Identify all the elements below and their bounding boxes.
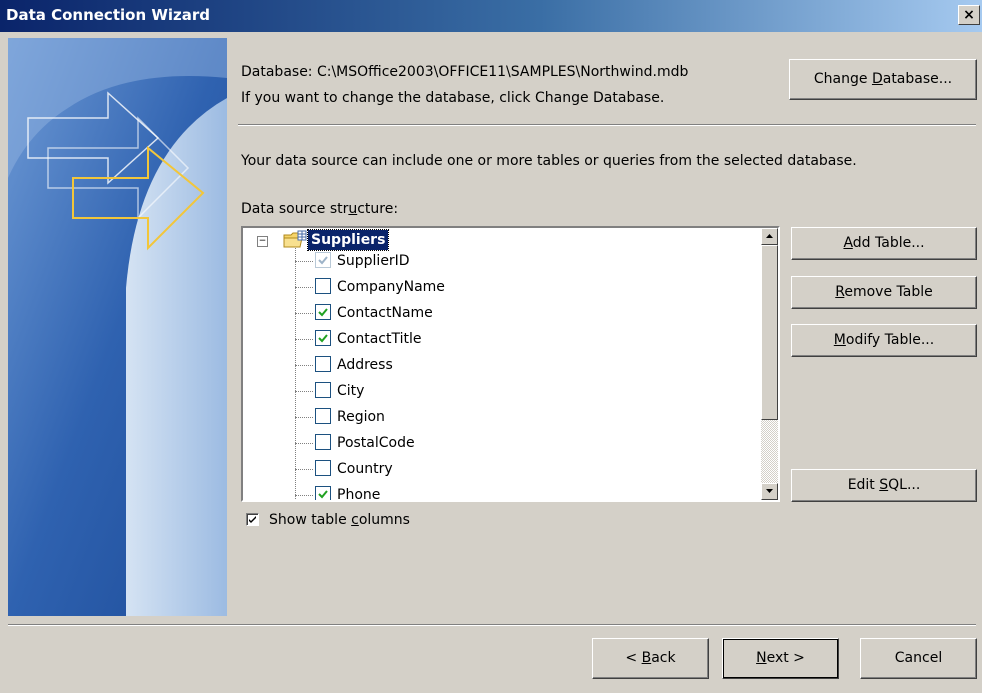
column-name: City xyxy=(337,383,365,399)
table-folder-icon xyxy=(283,230,307,248)
column-name: Address xyxy=(337,357,393,373)
structure-label: Data source structure: xyxy=(241,201,399,217)
back-button[interactable]: < Back xyxy=(592,638,709,679)
bottom-divider xyxy=(8,624,976,626)
top-divider xyxy=(238,124,976,126)
close-icon: × xyxy=(963,7,975,23)
wizard-arrow-graphic xyxy=(8,38,227,616)
tree-root-suppliers[interactable]: Suppliers xyxy=(306,229,390,251)
column-checkbox[interactable] xyxy=(315,434,331,450)
tree-column-item[interactable]: Country xyxy=(243,458,749,480)
checkmark-icon xyxy=(318,308,328,317)
tree-column-item[interactable]: ContactName xyxy=(243,302,749,324)
tree-column-item[interactable]: Phone xyxy=(243,484,749,500)
info-text: Your data source can include one or more… xyxy=(241,153,857,169)
column-name: ContactTitle xyxy=(337,331,422,347)
tree-column-item[interactable]: Address xyxy=(243,354,749,376)
window-title: Data Connection Wizard xyxy=(6,6,211,24)
change-database-button[interactable]: Change Database... xyxy=(789,59,977,100)
column-name: Region xyxy=(337,409,385,425)
wizard-image xyxy=(8,38,227,616)
tree-column-item[interactable]: CompanyName xyxy=(243,276,749,298)
title-bar: Data Connection Wizard × xyxy=(0,0,982,32)
column-name: ContactName xyxy=(337,305,433,321)
tree-column-item[interactable]: Region xyxy=(243,406,749,428)
scroll-up-button[interactable] xyxy=(761,228,778,245)
edit-sql-button[interactable]: Edit SQL... xyxy=(791,469,977,502)
column-checkbox[interactable] xyxy=(315,304,331,320)
tree-column-item[interactable]: PostalCode xyxy=(243,432,749,454)
scroll-track[interactable] xyxy=(761,420,778,483)
arrow-up-icon xyxy=(766,234,773,238)
column-name: PostalCode xyxy=(337,435,415,451)
column-checkbox[interactable] xyxy=(315,356,331,372)
cancel-button[interactable]: Cancel xyxy=(860,638,977,679)
arrow-down-icon xyxy=(766,489,773,493)
checkmark-icon xyxy=(318,490,328,499)
scroll-thumb[interactable] xyxy=(761,245,778,420)
column-checkbox[interactable] xyxy=(315,278,331,294)
add-table-button[interactable]: Add Table... xyxy=(791,227,977,260)
next-button[interactable]: Next > xyxy=(722,638,839,679)
scroll-down-button[interactable] xyxy=(761,483,778,500)
column-name: Phone xyxy=(337,487,381,500)
column-name: CompanyName xyxy=(337,279,445,295)
database-path: Database: C:\MSOffice2003\OFFICE11\SAMPL… xyxy=(241,64,689,80)
tree-column-item[interactable]: SupplierID xyxy=(243,250,749,272)
show-columns-label[interactable]: Show table columns xyxy=(269,512,410,528)
column-checkbox xyxy=(315,252,331,268)
column-checkbox[interactable] xyxy=(315,460,331,476)
collapse-icon[interactable]: − xyxy=(257,236,268,247)
checkmark-icon xyxy=(318,334,328,343)
checkmark-icon xyxy=(318,256,328,265)
column-name: Country xyxy=(337,461,393,477)
show-columns-checkbox[interactable] xyxy=(246,513,259,526)
remove-table-button[interactable]: Remove Table xyxy=(791,276,977,309)
close-button[interactable]: × xyxy=(958,5,980,25)
checkmark-icon xyxy=(249,516,256,523)
column-checkbox[interactable] xyxy=(315,408,331,424)
column-checkbox[interactable] xyxy=(315,382,331,398)
tree-column-item[interactable]: ContactTitle xyxy=(243,328,749,350)
modify-table-button[interactable]: Modify Table... xyxy=(791,324,977,357)
tree-content: − Suppliers SupplierID CompanyName Contact… xyxy=(243,228,749,500)
tree-column-item[interactable]: City xyxy=(243,380,749,402)
column-checkbox[interactable] xyxy=(315,330,331,346)
vertical-scrollbar[interactable] xyxy=(761,228,778,500)
column-checkbox[interactable] xyxy=(315,486,331,500)
column-name: SupplierID xyxy=(337,253,410,269)
data-source-tree[interactable]: − Suppliers SupplierID CompanyName Contact… xyxy=(241,226,780,502)
database-hint: If you want to change the database, clic… xyxy=(241,90,665,106)
